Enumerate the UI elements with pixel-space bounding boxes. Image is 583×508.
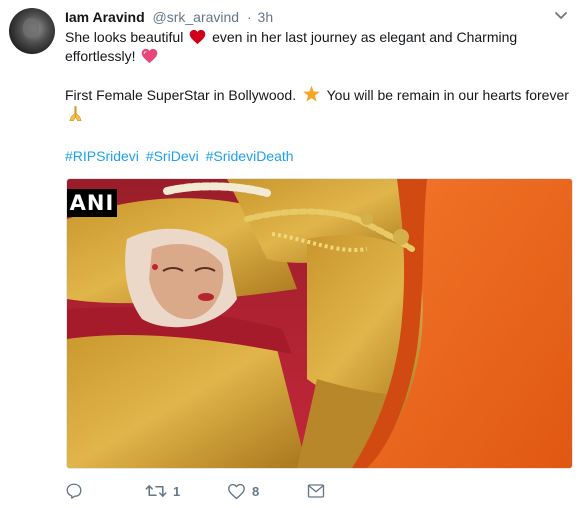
author-name[interactable]: Iam Aravind (65, 9, 145, 25)
tweet-actions: 1 8 (65, 480, 525, 502)
direct-message-button[interactable] (307, 480, 325, 502)
folded-hands-icon (69, 105, 82, 121)
tweet-text-line2: effortlessly! (65, 48, 136, 64)
reply-button[interactable] (65, 480, 89, 502)
tweet-text-line1a: She looks beautiful (65, 29, 184, 45)
author-handle[interactable]: @srk_aravind (153, 9, 240, 25)
tweet-text-line3a: First Female SuperStar in Bollywood. (65, 87, 297, 103)
avatar[interactable] (9, 8, 55, 54)
retweet-button[interactable]: 1 (145, 480, 180, 502)
hashtag-list: #RIPSridevi #SriDevi #SrideviDeath (65, 148, 297, 164)
tweet-text-line1b: even in her last journey as elegant and … (212, 29, 518, 45)
retweet-icon (145, 485, 167, 497)
red-heart-icon (189, 29, 206, 45)
tweet-text-line3b: You will be remain in our hearts forever (326, 87, 569, 103)
ani-watermark: ANI (67, 189, 117, 217)
envelope-icon (307, 484, 325, 498)
hashtag-ripsridevi[interactable]: #RIPSridevi (65, 148, 139, 164)
tweet-header: Iam Aravind @srk_aravind · 3h (65, 9, 273, 25)
like-count: 8 (252, 483, 260, 499)
heart-icon (228, 483, 245, 499)
retweet-count: 1 (173, 483, 181, 499)
reply-icon (66, 483, 82, 499)
hashtag-sridevi[interactable]: #SriDevi (146, 148, 199, 164)
media-photo (67, 179, 572, 468)
time-separator: · (246, 9, 252, 25)
tweet-media-image[interactable]: ANI (66, 178, 573, 469)
tweet-time[interactable]: 3h (258, 9, 274, 25)
hashtag-sridevideath[interactable]: #SrideviDeath (206, 148, 294, 164)
star-icon (303, 85, 320, 102)
like-button[interactable]: 8 (227, 480, 259, 502)
tweet-text: She looks beautiful even in her last jou… (65, 28, 570, 124)
pink-heart-icon (142, 48, 158, 64)
chevron-down-icon[interactable] (553, 9, 569, 23)
